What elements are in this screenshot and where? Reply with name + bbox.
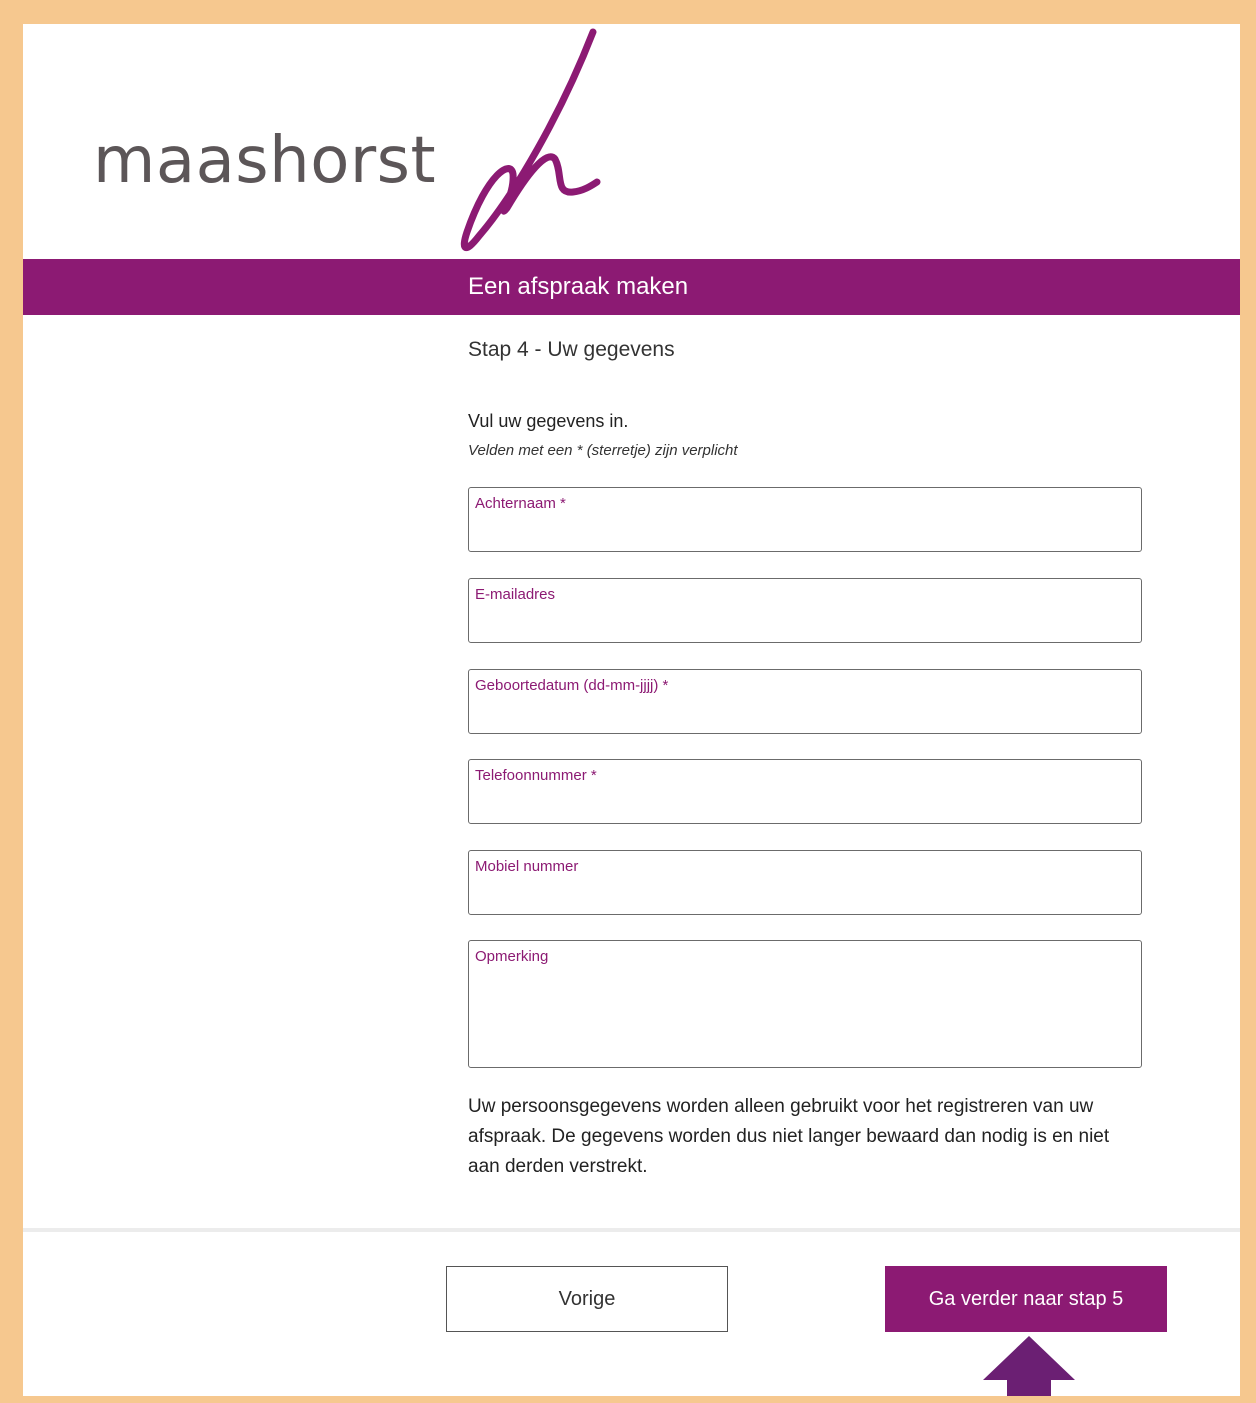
required-note: Velden met een * (sterretje) zijn verpli… — [468, 442, 738, 459]
maashorst-m-logo-icon — [460, 28, 601, 251]
page: maashorst Een afspraak maken Stap 4 - Uw… — [23, 24, 1240, 1396]
header-bar: Een afspraak maken — [23, 259, 1240, 315]
footer-divider — [23, 1228, 1240, 1232]
email-input[interactable] — [475, 614, 1135, 636]
achternaam-input[interactable] — [475, 523, 1135, 545]
telefoonnummer-input[interactable] — [475, 795, 1135, 817]
opmerking-field[interactable]: Opmerking — [468, 940, 1142, 1068]
achternaam-label: Achternaam * — [475, 495, 566, 512]
geboortedatum-field[interactable]: Geboortedatum (dd-mm-jjjj) * — [468, 669, 1142, 734]
page-title: Een afspraak maken — [468, 273, 689, 300]
next-step-button[interactable]: Ga verder naar stap 5 — [885, 1266, 1167, 1332]
telefoonnummer-label: Telefoonnummer * — [475, 767, 597, 784]
arrow-up-icon — [983, 1336, 1075, 1396]
achternaam-field[interactable]: Achternaam * — [468, 487, 1142, 552]
mobiel-nummer-input[interactable] — [475, 886, 1135, 908]
email-field[interactable]: E-mailadres — [468, 578, 1142, 643]
logo-text: maashorst — [93, 124, 437, 198]
geboortedatum-input[interactable] — [475, 705, 1135, 727]
previous-button[interactable]: Vorige — [446, 1266, 728, 1332]
form-intro: Vul uw gegevens in. — [468, 411, 629, 431]
geboortedatum-label: Geboortedatum (dd-mm-jjjj) * — [475, 677, 669, 694]
mobiel-nummer-label: Mobiel nummer — [475, 858, 579, 875]
privacy-notice: Uw persoonsgegevens worden alleen gebrui… — [468, 1096, 1110, 1177]
opmerking-textarea[interactable] — [475, 971, 1135, 1061]
logo: maashorst — [93, 24, 601, 258]
telefoonnummer-field[interactable]: Telefoonnummer * — [468, 759, 1142, 824]
opmerking-label: Opmerking — [475, 948, 549, 965]
step-title: Stap 4 - Uw gegevens — [468, 338, 675, 361]
mobiel-nummer-field[interactable]: Mobiel nummer — [468, 850, 1142, 915]
email-label: E-mailadres — [475, 586, 556, 603]
